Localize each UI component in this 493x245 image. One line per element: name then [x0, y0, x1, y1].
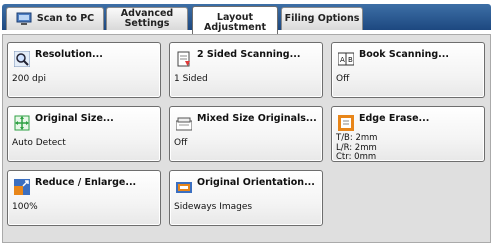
- edge-erase-center: Ctr: 0mm: [336, 152, 377, 162]
- svg-text:A: A: [340, 56, 345, 64]
- button-value: 100%: [12, 202, 38, 212]
- button-title: Book Scanning...: [359, 49, 449, 60]
- mixed-size-icon: [176, 117, 192, 131]
- reduce-enlarge-icon: [14, 179, 30, 195]
- button-value: 1 Sided: [174, 74, 208, 84]
- tab-filing-options[interactable]: Filing Options: [281, 7, 363, 30]
- scan-to-pc-icon: [16, 12, 32, 25]
- book-icon: A B: [338, 52, 354, 66]
- button-title: Original Orientation...: [197, 177, 315, 188]
- reduce-enlarge-button[interactable]: Reduce / Enlarge... 100%: [7, 170, 161, 226]
- button-value: T/B: 2mm L/R: 2mm Ctr: 0mm: [336, 133, 377, 163]
- book-scanning-button[interactable]: A B Book Scanning... Off: [331, 42, 485, 98]
- button-title: Resolution...: [35, 49, 103, 60]
- tab-label: Layout Adjustment: [203, 12, 266, 33]
- button-title: Reduce / Enlarge...: [35, 177, 137, 188]
- button-value: Auto Detect: [12, 138, 66, 148]
- orientation-icon: [176, 182, 192, 193]
- button-value: Off: [174, 138, 188, 148]
- original-size-button[interactable]: Original Size... Auto Detect: [7, 106, 161, 162]
- button-title: Edge Erase...: [359, 113, 430, 124]
- button-title: Mixed Size Originals...: [197, 113, 317, 124]
- tab-advanced-settings[interactable]: Advanced Settings: [106, 7, 188, 30]
- tab-label: Filing Options: [284, 13, 360, 24]
- button-title: 2 Sided Scanning...: [197, 49, 301, 60]
- edge-erase-icon: [338, 115, 354, 131]
- button-value: 200 dpi: [12, 74, 46, 84]
- edge-erase-button[interactable]: Edge Erase... T/B: 2mm L/R: 2mm Ctr: 0mm: [331, 106, 485, 162]
- magnifier-icon: [14, 51, 30, 67]
- button-value: Off: [336, 74, 350, 84]
- two-sided-scanning-button[interactable]: 2 Sided Scanning... 1 Sided: [169, 42, 323, 98]
- original-size-icon: [14, 115, 30, 131]
- button-title: Original Size...: [35, 113, 114, 124]
- tab-label: Advanced Settings: [120, 8, 174, 29]
- tab-scan-to-pc[interactable]: Scan to PC: [6, 7, 104, 30]
- layout-adjustment-panel: Resolution... 200 dpi 2 Sided Scanning..…: [2, 34, 491, 243]
- tab-bar: Scan to PC Advanced Settings Layout Adju…: [2, 4, 491, 38]
- svg-text:B: B: [348, 56, 353, 64]
- resolution-button[interactable]: Resolution... 200 dpi: [7, 42, 161, 98]
- original-orientation-button[interactable]: Original Orientation... Sideways Images: [169, 170, 323, 226]
- mixed-size-originals-button[interactable]: Mixed Size Originals... Off: [169, 106, 323, 162]
- tab-label: Scan to PC: [36, 13, 95, 24]
- button-value: Sideways Images: [174, 202, 253, 212]
- two-sided-icon: [177, 51, 190, 67]
